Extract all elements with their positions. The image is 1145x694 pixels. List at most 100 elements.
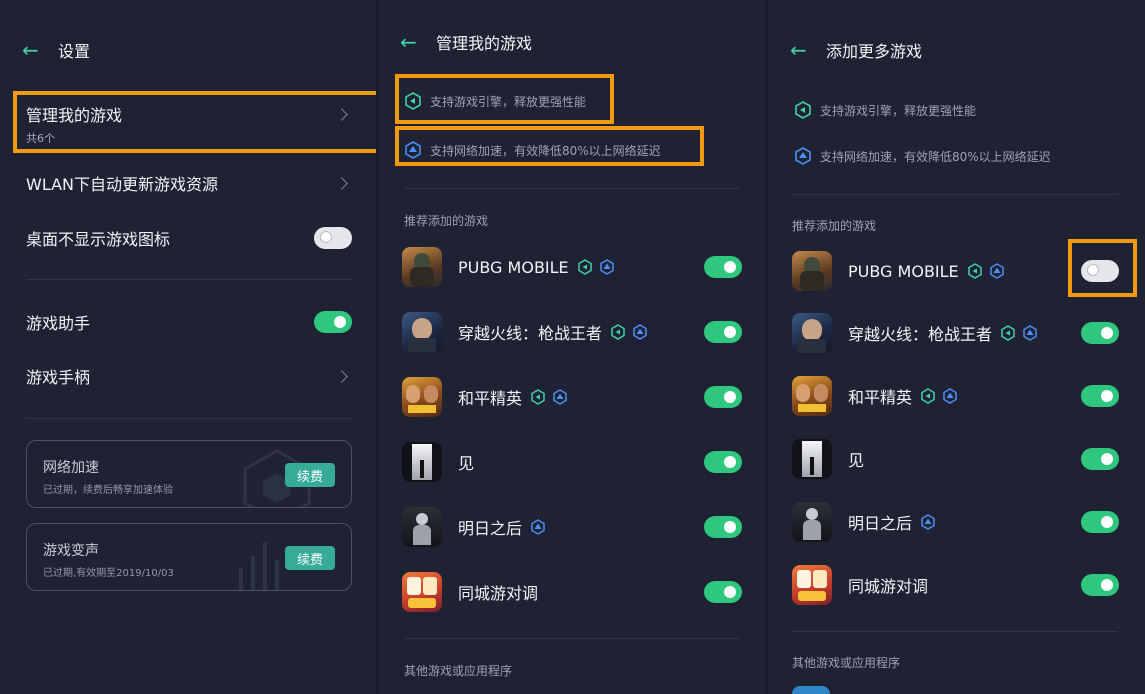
game-toggle[interactable] [704, 321, 742, 343]
engine-icon [577, 259, 592, 275]
settings-panel: ← 设置 管理我的游戏 共6个 WLAN下自动更新游戏资源 桌面不显示游戏图标 … [0, 0, 376, 694]
game-name: 同城游对调 [458, 584, 539, 603]
network-icon [921, 514, 935, 530]
engine-icon [967, 263, 982, 279]
game-row: 和平精英 [792, 373, 1119, 419]
game-name: PUBG MOBILE [848, 261, 959, 281]
feature-text: 支持游戏引擎，释放更强性能 [820, 103, 977, 118]
divider [26, 418, 352, 419]
back-arrow-icon[interactable]: ← [400, 30, 436, 54]
manage-header: ← 管理我的游戏 [400, 30, 532, 54]
divider [26, 279, 352, 280]
network-boost-card: 网络加速 已过期，续费后畅享加速体验 续费 [26, 440, 352, 508]
manage-games-panel: ← 管理我的游戏 支持游戏引擎，释放更强性能 支持网络加速，有效降低80%以上网… [378, 0, 766, 694]
card-title: 游戏变声 [43, 543, 99, 559]
cf-app-icon [792, 313, 832, 353]
game-row: 见 [792, 436, 1119, 482]
engine-icon [531, 389, 545, 405]
game-row: 和平精英 [402, 374, 742, 420]
chevron-right-icon [335, 176, 348, 190]
peace-elite-app-icon [402, 377, 442, 417]
feature-engine: 支持游戏引擎，释放更强性能 [794, 101, 976, 119]
app-icon-partial [792, 686, 830, 694]
game-name: 明日之后 [458, 519, 523, 538]
hide-desktop-icon-item: 桌面不显示游戏图标 [26, 218, 352, 258]
lifeafter-app-icon [792, 502, 832, 542]
page-title: 设置 [58, 42, 91, 61]
game-name: 见 [848, 451, 865, 470]
network-icon [553, 389, 567, 405]
network-icon [531, 519, 545, 535]
game-name: 明日之后 [848, 514, 913, 533]
divider [792, 194, 1118, 195]
game-toggle[interactable] [1081, 448, 1119, 470]
card-title: 网络加速 [43, 460, 99, 476]
game-row: 明日之后 [792, 499, 1119, 545]
game-name: PUBG MOBILE [458, 257, 569, 277]
network-icon [599, 259, 614, 275]
divider [404, 188, 740, 189]
gamepad-item[interactable]: 游戏手柄 [26, 356, 352, 396]
divider [792, 631, 1118, 632]
pubg-app-icon [792, 251, 832, 291]
game-row: 明日之后 [402, 504, 742, 550]
section-label: 推荐添加的游戏 [792, 219, 877, 233]
gamepad-label: 游戏手柄 [26, 368, 91, 387]
network-icon [633, 324, 647, 340]
game-name: 穿越火线：枪战王者 [848, 325, 993, 344]
game-toggle[interactable] [704, 516, 742, 538]
game-row: 见 [402, 439, 742, 485]
feature-text: 支持网络加速，有效降低80%以上网络延迟 [820, 149, 1051, 164]
game-toggle[interactable] [704, 581, 742, 603]
lifeafter-app-icon [402, 507, 442, 547]
game-name: 和平精英 [458, 389, 523, 408]
tongcheng-app-icon [792, 565, 832, 605]
section-label: 其他游戏或应用程序 [404, 664, 513, 678]
engine-icon [921, 388, 935, 404]
wlan-auto-update-item[interactable]: WLAN下自动更新游戏资源 [26, 163, 352, 203]
game-row: 同城游对调 [402, 569, 742, 615]
voice-changer-card: 游戏变声 已过期,有效期至2019/10/03 续费 [26, 523, 352, 591]
game-toggle[interactable] [704, 386, 742, 408]
network-icon [794, 147, 812, 165]
renew-button[interactable]: 续费 [285, 463, 335, 487]
section-label: 推荐添加的游戏 [404, 214, 489, 228]
hide-desktop-icon-toggle[interactable] [314, 227, 352, 249]
peace-elite-app-icon [792, 376, 832, 416]
renew-button[interactable]: 续费 [285, 546, 335, 570]
game-toggle[interactable] [704, 451, 742, 473]
network-icon [989, 263, 1004, 279]
pubg-app-icon [402, 247, 442, 287]
game-name: 和平精英 [848, 388, 913, 407]
game-name: 同城游对调 [848, 577, 929, 596]
engine-icon [611, 324, 625, 340]
game-row: 穿越火线：枪战王者 [402, 309, 742, 355]
game-toggle[interactable] [704, 256, 742, 278]
divider [404, 638, 740, 639]
page-title: 添加更多游戏 [826, 42, 923, 61]
tongcheng-app-icon [402, 572, 442, 612]
highlight-box [395, 126, 704, 166]
hide-desktop-icon-label: 桌面不显示游戏图标 [26, 230, 171, 249]
settings-header: ← 设置 [22, 38, 90, 62]
card-subtitle: 已过期，续费后畅享加速体验 [43, 485, 173, 496]
jian-app-icon [792, 439, 832, 479]
game-name: 见 [458, 454, 475, 473]
game-assistant-label: 游戏助手 [26, 314, 91, 333]
feature-network: 支持网络加速，有效降低80%以上网络延迟 [794, 147, 1051, 165]
game-toggle[interactable] [1081, 385, 1119, 407]
back-arrow-icon[interactable]: ← [790, 38, 826, 62]
add-more-panel: ← 添加更多游戏 支持游戏引擎，释放更强性能 支持网络加速，有效降低80%以上网… [768, 0, 1145, 694]
engine-icon [1001, 325, 1015, 341]
back-arrow-icon[interactable]: ← [22, 38, 58, 62]
game-toggle[interactable] [1081, 574, 1119, 596]
wlan-auto-update-label: WLAN下自动更新游戏资源 [26, 175, 219, 194]
section-label: 其他游戏或应用程序 [792, 656, 901, 670]
game-name: 穿越火线：枪战王者 [458, 324, 603, 343]
game-toggle[interactable] [1081, 511, 1119, 533]
game-assistant-toggle[interactable] [314, 311, 352, 333]
game-toggle[interactable] [1081, 322, 1119, 344]
game-assistant-item: 游戏助手 [26, 302, 352, 342]
page-title: 管理我的游戏 [436, 34, 533, 53]
network-icon [943, 388, 957, 404]
